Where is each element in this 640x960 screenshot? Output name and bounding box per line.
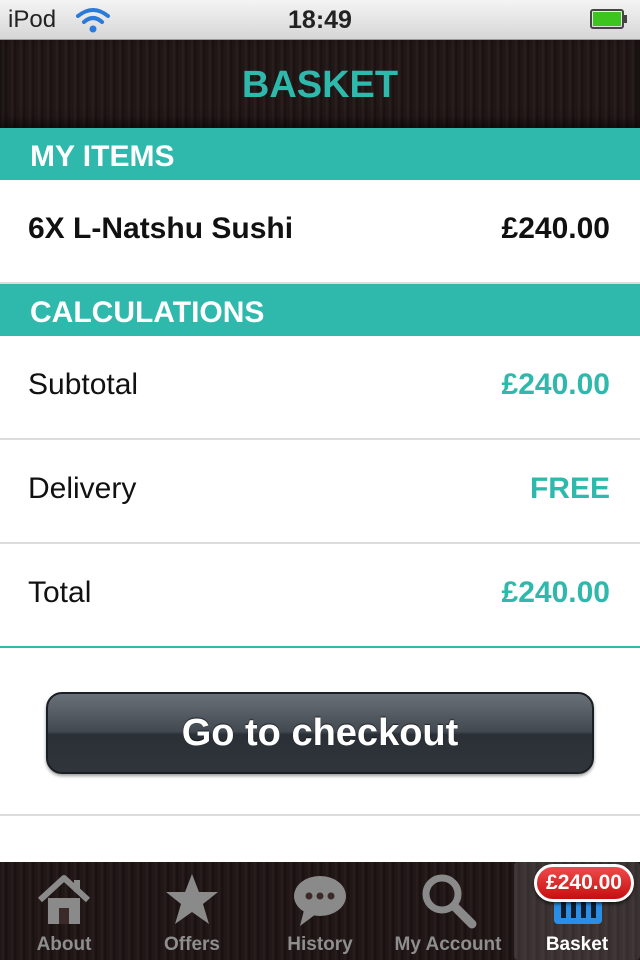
- star-icon: [166, 874, 218, 924]
- total-value: £240.00: [501, 576, 610, 609]
- status-bar: iPod 18:49: [0, 0, 640, 40]
- tab-label: Offers: [164, 934, 220, 955]
- subtotal-label: Subtotal: [28, 368, 139, 401]
- checkout-area: Go to checkout: [0, 648, 640, 816]
- subtotal-value: £240.00: [501, 368, 610, 401]
- section-header-calculations: CALCULATIONS: [0, 284, 640, 336]
- battery-icon: [590, 9, 627, 29]
- subtotal-row: Subtotal £240.00: [0, 336, 640, 440]
- total-label: Total: [28, 576, 92, 609]
- delivery-row: Delivery FREE: [0, 440, 640, 544]
- status-time: 18:49: [288, 6, 352, 34]
- basket-item-row[interactable]: 6X L-Natshu Sushi £240.00: [0, 180, 640, 284]
- tab-history[interactable]: History: [256, 862, 384, 960]
- checkout-button[interactable]: Go to checkout: [46, 692, 594, 774]
- speech-bubble-icon: [294, 876, 346, 926]
- nav-bar: BASKET: [0, 40, 640, 128]
- tab-label: History: [287, 934, 353, 955]
- section-header-my-items: MY ITEMS: [0, 128, 640, 180]
- tab-my-account[interactable]: My Account: [384, 862, 512, 960]
- tab-label: About: [36, 934, 92, 955]
- tab-offers[interactable]: Offers: [128, 862, 256, 960]
- tab-about[interactable]: About: [0, 862, 128, 960]
- page-title: BASKET: [241, 64, 399, 106]
- delivery-value: FREE: [529, 472, 610, 505]
- total-row: Total £240.00: [0, 544, 640, 648]
- tab-label: Basket: [545, 934, 609, 955]
- basket-badge: £240.00: [534, 864, 634, 902]
- tab-label: My Account: [394, 934, 502, 955]
- item-price: £240.00: [501, 212, 610, 245]
- magnifier-icon: [422, 874, 477, 929]
- item-name: 6X L-Natshu Sushi: [28, 212, 294, 245]
- house-icon: [37, 875, 91, 924]
- delivery-label: Delivery: [28, 472, 137, 505]
